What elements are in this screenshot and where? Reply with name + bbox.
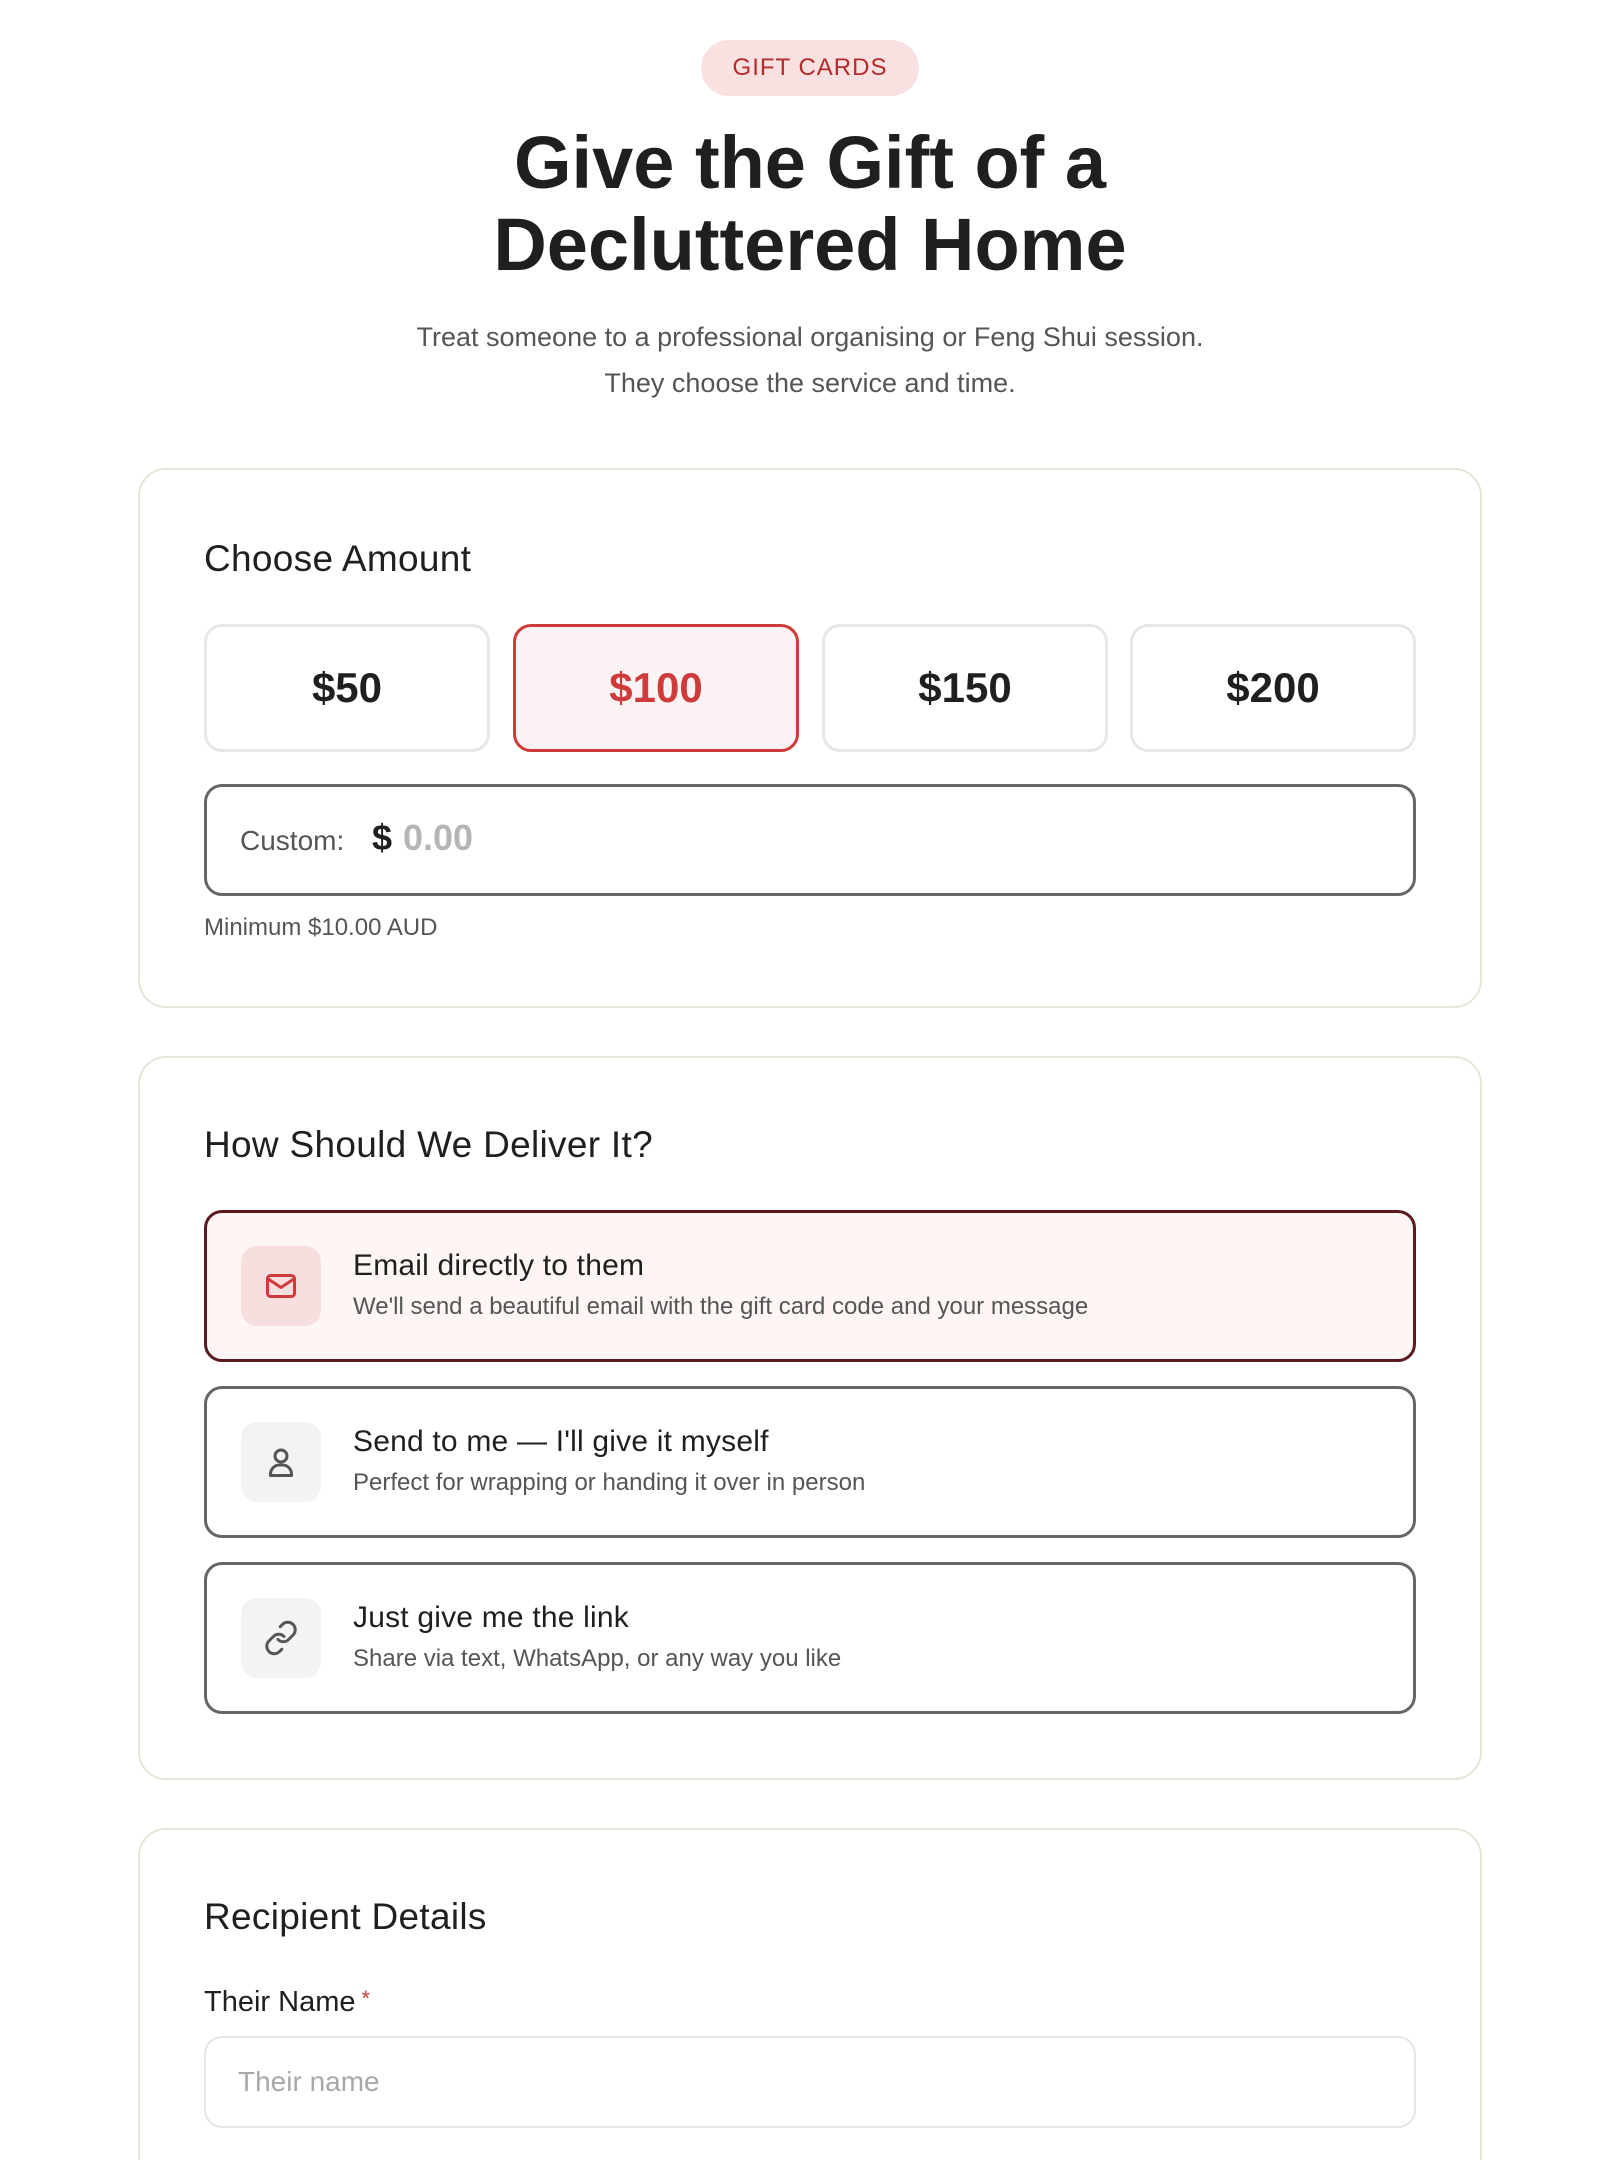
minimum-amount-note: Minimum $10.00 AUD <box>204 914 438 941</box>
their-name-input[interactable] <box>204 2036 1416 2128</box>
their-name-label-text: Their Name <box>204 1986 356 2018</box>
amount-100-button[interactable]: $100 <box>513 624 799 752</box>
choose-amount-card: Choose Amount $50 $100 $150 $200 Custom:… <box>138 468 1482 1008</box>
delivery-option-title: Email directly to them <box>353 1249 645 1282</box>
custom-amount-field[interactable]: Custom: $ <box>204 784 1416 896</box>
page-title-line-2: Decluttered Home <box>493 203 1127 286</box>
their-name-label: Their Name * <box>204 1986 370 2019</box>
delivery-option-title: Send to me — I'll give it myself <box>353 1425 769 1458</box>
delivery-option-send-to-me[interactable]: Send to me — I'll give it myself Perfect… <box>204 1386 1416 1538</box>
mail-icon <box>241 1246 321 1326</box>
delivery-option-description: We'll send a beautiful email with the gi… <box>353 1293 1089 1320</box>
delivery-option-description: Share via text, WhatsApp, or any way you… <box>353 1645 842 1672</box>
delivery-option-link[interactable]: Just give me the link Share via text, Wh… <box>204 1562 1416 1714</box>
page-title: Give the Gift of a Decluttered Home <box>0 122 1620 286</box>
page-subtitle-line-1: Treat someone to a professional organisi… <box>416 322 1204 352</box>
link-icon <box>241 1598 321 1678</box>
delivery-option-description: Perfect for wrapping or handing it over … <box>353 1469 866 1496</box>
amount-150-button[interactable]: $150 <box>822 624 1108 752</box>
recipient-details-title: Recipient Details <box>204 1896 487 1937</box>
badge-wrapper: GIFT CARDS <box>0 40 1620 96</box>
currency-symbol: $ <box>372 817 393 858</box>
gift-cards-badge: GIFT CARDS <box>700 40 920 96</box>
page-subtitle-line-2: They choose the service and time. <box>604 368 1016 398</box>
user-icon <box>241 1422 321 1502</box>
custom-amount-label: Custom: <box>240 825 345 856</box>
amount-200-button[interactable]: $200 <box>1130 624 1416 752</box>
page-subtitle: Treat someone to a professional organisi… <box>0 314 1620 406</box>
amount-50-button[interactable]: $50 <box>204 624 490 752</box>
amount-options: $50 $100 $150 $200 <box>204 624 1416 752</box>
delivery-title: How Should We Deliver It? <box>204 1124 653 1165</box>
custom-amount-input[interactable] <box>403 811 1303 865</box>
delivery-option-title: Just give me the link <box>353 1601 629 1634</box>
gift-card-page: GIFT CARDS Give the Gift of a Decluttere… <box>0 0 1620 2160</box>
choose-amount-title: Choose Amount <box>204 538 472 579</box>
recipient-details-card: Recipient Details Their Name * <box>138 1828 1482 2160</box>
delivery-card: How Should We Deliver It? Email directly… <box>138 1056 1482 1780</box>
delivery-option-email[interactable]: Email directly to them We'll send a beau… <box>204 1210 1416 1362</box>
required-marker: * <box>361 1986 371 2011</box>
page-title-line-1: Give the Gift of a <box>513 121 1107 204</box>
